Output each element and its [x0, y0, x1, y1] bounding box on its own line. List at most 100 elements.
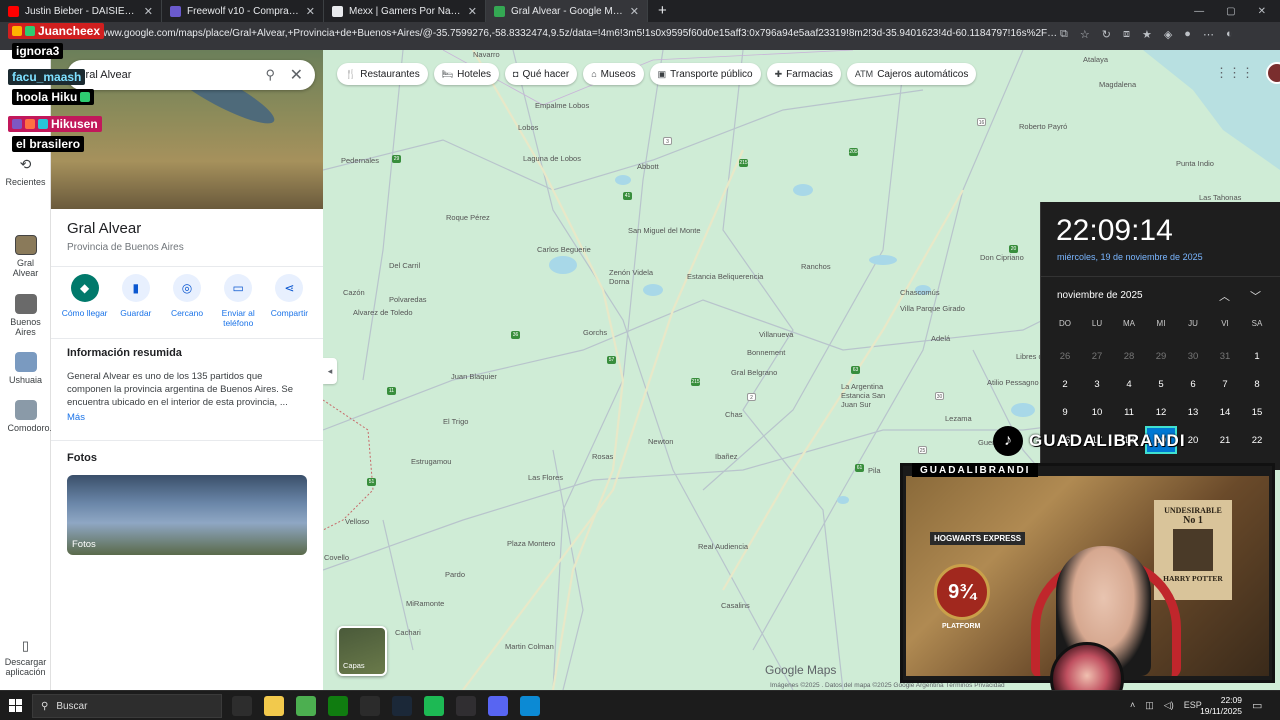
town-label[interactable]: El Trigo — [443, 417, 468, 426]
rail-item-recientes[interactable]: ⟲ Recientes — [0, 156, 51, 187]
windows-start-icon[interactable] — [9, 699, 22, 712]
calendar-day[interactable]: 3 — [1081, 370, 1113, 398]
town-label[interactable]: Del Carril — [389, 261, 449, 270]
browser-tab[interactable]: Justin Bieber - DAISIES (Audio) ✕ — [0, 0, 162, 22]
profile-icon[interactable]: ● — [1184, 28, 1191, 41]
town-label[interactable]: Casalins — [721, 601, 750, 610]
close-window-icon[interactable]: ✕ — [1258, 6, 1266, 17]
spotify-icon[interactable] — [424, 696, 444, 716]
nearby-button[interactable]: ◎ Cercano — [161, 274, 212, 328]
town-label[interactable]: Navarro — [473, 50, 500, 59]
pinned-app-green-icon[interactable] — [296, 696, 316, 716]
close-tab-icon[interactable]: ✕ — [468, 5, 477, 18]
maximize-icon[interactable]: ▢ — [1226, 6, 1235, 17]
town-label[interactable]: MiRamonte — [406, 599, 444, 608]
town-label[interactable]: Carlos Beguerie — [537, 245, 591, 254]
town-label[interactable]: Estancia Beliquerencia — [687, 272, 763, 281]
collapse-panel-button[interactable]: ◂ — [323, 358, 337, 384]
calendar-day[interactable]: 26 — [1049, 342, 1081, 370]
town-label[interactable]: Ibañez — [715, 452, 738, 461]
rail-item-ushuaia[interactable]: Ushuaia — [0, 352, 51, 385]
browser-tab[interactable]: Gral Alvear - Google Maps ✕ — [486, 0, 648, 22]
town-label[interactable]: Gral Belgrano — [731, 368, 777, 377]
account-avatar[interactable] — [1266, 62, 1280, 84]
town-label[interactable]: Las Tahonas — [1199, 193, 1241, 202]
town-label[interactable]: Punta Indio — [1176, 159, 1214, 168]
town-label[interactable]: Bonnement — [747, 348, 785, 357]
town-label[interactable]: Pardo — [445, 570, 465, 579]
rail-item-comodoro[interactable]: Comodoro... — [0, 400, 57, 433]
town-label[interactable]: Polvaredas — [389, 295, 427, 304]
town-label[interactable]: Martin Colman — [505, 642, 554, 651]
calendar-day[interactable]: 28 — [1113, 342, 1145, 370]
file-explorer-icon[interactable] — [264, 696, 284, 716]
town-label[interactable]: Chascomús — [900, 288, 940, 297]
calendar-day[interactable]: 8 — [1241, 370, 1273, 398]
taskbar-search[interactable]: ⚲ Buscar — [32, 694, 222, 718]
rail-item-download-app[interactable]: ▯ Descargar aplicación — [0, 638, 51, 677]
menu-icon[interactable]: ⋯ — [1203, 28, 1214, 41]
calendar-day[interactable]: 6 — [1177, 370, 1209, 398]
refresh-icon[interactable]: ↻ — [1102, 28, 1111, 41]
town-label[interactable]: Zenón Videla Dorna — [609, 268, 669, 286]
more-link[interactable]: Más — [67, 412, 85, 423]
town-label[interactable]: Chas — [725, 410, 743, 419]
town-label[interactable]: Juan Blaquier — [451, 372, 497, 381]
calendar-day[interactable]: 7 — [1209, 370, 1241, 398]
close-icon[interactable]: ✕ — [290, 65, 303, 85]
calendar-day[interactable]: 29 — [1145, 342, 1177, 370]
save-button[interactable]: ▮ Guardar — [110, 274, 161, 328]
send-to-phone-button[interactable]: ▭ Enviar al teléfono — [213, 274, 264, 328]
town-label[interactable]: Lezama — [945, 414, 972, 423]
favorites-icon[interactable]: ★ — [1142, 28, 1152, 41]
calendar-day[interactable]: 15 — [1241, 398, 1273, 426]
xbox-icon[interactable] — [328, 696, 348, 716]
close-tab-icon[interactable]: ✕ — [144, 5, 153, 18]
town-label[interactable]: Abbott — [637, 162, 659, 171]
town-label[interactable]: Rosas — [592, 452, 613, 461]
category-chip[interactable]: 🛏 Hoteles — [433, 63, 500, 85]
town-label[interactable]: Don Cipriano — [980, 253, 1024, 262]
town-label[interactable]: Gorchs — [583, 328, 607, 337]
share-button[interactable]: ⋖ Compartir — [264, 274, 315, 328]
calendar-day[interactable]: 21 — [1209, 426, 1241, 454]
rail-item-gral-alvear[interactable]: Gral Alvear — [0, 235, 51, 278]
town-label[interactable]: Laguna de Lobos — [523, 154, 581, 163]
calendar-month[interactable]: noviembre de 2025 — [1057, 290, 1143, 301]
close-tab-icon[interactable]: ✕ — [306, 5, 315, 18]
town-label[interactable]: Magdalena — [1099, 80, 1136, 89]
browser-tab[interactable]: Freewolf v10 - Comprar en ONIC ✕ — [162, 0, 324, 22]
town-label[interactable]: Adelá — [931, 334, 950, 343]
town-label[interactable]: Pila — [868, 466, 881, 475]
category-chip[interactable]: ◘ Qué hacer — [505, 63, 578, 85]
town-label[interactable]: Plaza Montero — [507, 539, 555, 548]
town-label[interactable]: Real Audiencia — [698, 542, 748, 551]
town-label[interactable]: Atilio Pessagno — [987, 378, 1039, 387]
search-input[interactable]: Gral Alvear — [77, 69, 131, 81]
town-label[interactable]: Velloso — [345, 517, 369, 526]
calendar-day[interactable]: 5 — [1145, 370, 1177, 398]
town-label[interactable]: Alvarez de Toledo — [353, 308, 413, 317]
url-field[interactable]: www.google.com/maps/place/Gral+Alvear,+P… — [100, 28, 1060, 44]
calendar-day[interactable]: 31 — [1209, 342, 1241, 370]
search-box[interactable]: Gral Alvear ⚲ ✕ — [67, 60, 315, 90]
chevron-down-icon[interactable]: ﹀ — [1250, 288, 1261, 304]
town-label[interactable]: Newton — [648, 437, 673, 446]
discord-icon[interactable] — [488, 696, 508, 716]
town-label[interactable]: San Miguel del Monte — [628, 226, 701, 235]
category-chip[interactable]: ⌂ Museos — [583, 63, 644, 85]
chevron-up-icon[interactable]: ˄ — [1130, 700, 1135, 711]
shield-icon[interactable]: ◈ — [1164, 28, 1172, 41]
chevron-up-icon[interactable]: ︿ — [1219, 288, 1230, 304]
notification-icon[interactable]: ▭ — [1252, 699, 1262, 712]
town-label[interactable]: Lobos — [518, 123, 538, 132]
calendar-day[interactable]: 11 — [1113, 398, 1145, 426]
epic-games-icon[interactable] — [360, 696, 380, 716]
town-label[interactable]: Villanueva — [759, 330, 793, 339]
calendar-day[interactable]: 30 — [1177, 342, 1209, 370]
star-icon[interactable]: ☆ — [1080, 28, 1090, 41]
obs-icon[interactable] — [456, 696, 476, 716]
town-label[interactable]: Cazón — [343, 288, 365, 297]
edge-icon[interactable] — [520, 696, 540, 716]
town-label[interactable]: Atalaya — [1083, 55, 1108, 64]
